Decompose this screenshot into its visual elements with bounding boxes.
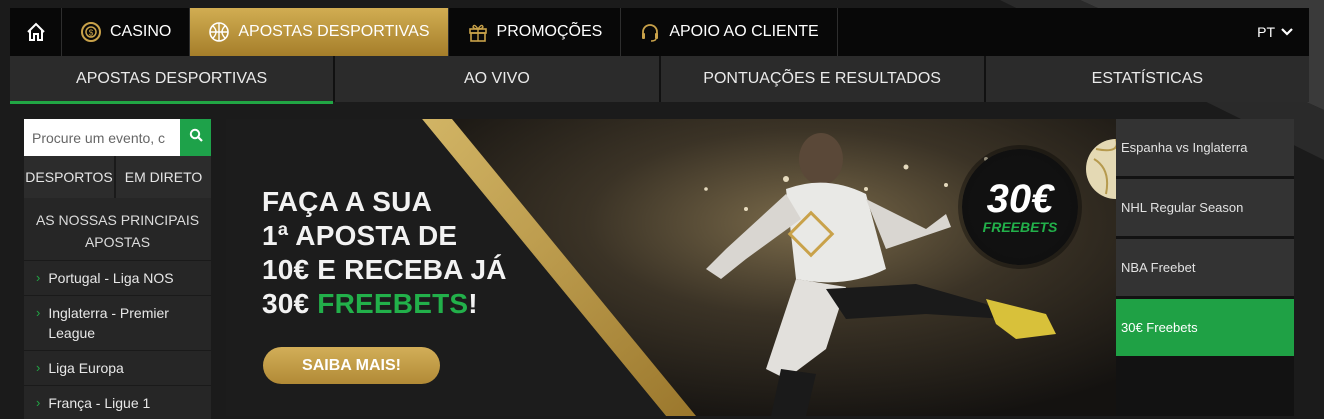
nav-promotions[interactable]: PROMOÇÕES	[449, 8, 622, 56]
tab-statistics-label: ESTATÍSTICAS	[1091, 70, 1204, 87]
list-item-label: Liga Europa	[48, 360, 124, 376]
chevron-right-icon: ›	[36, 395, 41, 410]
nav-sports-betting-label: APOSTAS DESPORTIVAS	[238, 23, 430, 40]
search-icon	[189, 128, 203, 147]
language-label: PT	[1257, 24, 1275, 40]
home-icon	[25, 21, 47, 43]
chevron-down-icon	[1281, 24, 1293, 40]
list-item-label: Inglaterra - Premier League	[48, 305, 169, 341]
nav-customer-support-label: APOIO AO CLIENTE	[669, 23, 819, 40]
nav-customer-support[interactable]: APOIO AO CLIENTE	[621, 8, 838, 56]
headset-icon	[639, 21, 661, 43]
search-button[interactable]	[180, 119, 211, 156]
sports-subnavigation: APOSTAS DESPORTIVAS AO VIVO PONTUAÇÕES E…	[10, 56, 1309, 104]
list-item[interactable]: › França - Ligue 1	[24, 386, 211, 419]
promo-item[interactable]: Espanha vs Inglaterra	[1116, 119, 1294, 176]
tab-live-label: AO VIVO	[463, 70, 530, 87]
badge-amount: 30€	[986, 177, 1054, 221]
tab-scores-results[interactable]: PONTUAÇÕES E RESULTADOS	[660, 56, 986, 102]
nav-sports-betting[interactable]: APOSTAS DESPORTIVAS	[190, 8, 449, 56]
tab-sports[interactable]: DESPORTOS	[24, 156, 116, 198]
list-item[interactable]: › Portugal - Liga NOS	[24, 261, 211, 296]
svg-text:$: $	[89, 29, 94, 38]
casino-chip-icon: $	[80, 21, 102, 43]
headline-line-2: 1ª APOSTA DE	[262, 220, 458, 251]
sidebar: DESPORTOS EM DIRETO AS NOSSAS PRINCIPAIS…	[24, 119, 211, 419]
nav-casino-label: CASINO	[110, 23, 172, 40]
tab-sports-betting-label: APOSTAS DESPORTIVAS	[76, 70, 268, 87]
top-bets-heading: AS NOSSAS PRINCIPAIS APOSTAS	[24, 198, 211, 261]
headline-line-3: 10€ E RECEBA JÁ	[262, 254, 507, 285]
promo-list: Espanha vs Inglaterra NHL Regular Season…	[1116, 119, 1294, 416]
tab-live[interactable]: AO VIVO	[335, 56, 661, 102]
promo-item[interactable]: NHL Regular Season	[1116, 179, 1294, 236]
tab-live-now[interactable]: EM DIRETO	[116, 156, 211, 198]
promo-item[interactable]: NBA Freebet	[1116, 239, 1294, 296]
headline-line-1: FAÇA A SUA	[262, 186, 432, 217]
tab-sports-betting[interactable]: APOSTAS DESPORTIVAS	[10, 56, 336, 104]
list-item-label: Portugal - Liga NOS	[48, 270, 174, 286]
headline-line-4-prefix: 30€	[262, 288, 318, 319]
headline-freebets-highlight: FREEBETS	[317, 288, 469, 319]
headline-line-4-suffix: !	[468, 288, 478, 319]
tab-scores-results-label: PONTUAÇÕES E RESULTADOS	[703, 70, 941, 87]
language-selector[interactable]: PT	[1241, 8, 1309, 56]
nav-promotions-label: PROMOÇÕES	[496, 23, 603, 40]
tab-statistics[interactable]: ESTATÍSTICAS	[985, 56, 1309, 102]
banner-headline: FAÇA A SUA 1ª APOSTA DE 10€ E RECEBA JÁ …	[262, 185, 562, 321]
basketball-icon	[208, 21, 230, 43]
learn-more-button[interactable]: SAIBA MAIS!	[263, 347, 440, 384]
promo-item-active[interactable]: 30€ Freebets	[1116, 299, 1294, 356]
headline-line-4: 30€ FREEBETS!	[262, 287, 562, 321]
gift-icon	[467, 21, 489, 43]
promo-banner[interactable]: FAÇA A SUA 1ª APOSTA DE 10€ E RECEBA JÁ …	[226, 119, 1116, 416]
main-navigation: $ CASINO APOSTAS DESPORTIVAS PROMOÇÕES A…	[10, 8, 1309, 56]
badge-label: FREEBETS	[982, 219, 1058, 235]
list-item-label: França - Ligue 1	[48, 395, 151, 411]
chevron-right-icon: ›	[36, 305, 41, 320]
search-input[interactable]	[24, 119, 180, 156]
freebets-badge: 30€ FREEBETS	[962, 149, 1078, 265]
nav-casino[interactable]: $ CASINO	[62, 8, 191, 56]
search-bar	[24, 119, 211, 156]
chevron-right-icon: ›	[36, 360, 41, 375]
home-button[interactable]	[10, 8, 62, 56]
list-item[interactable]: › Inglaterra - Premier League	[24, 296, 211, 351]
sidebar-tabs: DESPORTOS EM DIRETO	[24, 156, 211, 198]
chevron-right-icon: ›	[36, 270, 41, 285]
list-item[interactable]: › Liga Europa	[24, 351, 211, 386]
